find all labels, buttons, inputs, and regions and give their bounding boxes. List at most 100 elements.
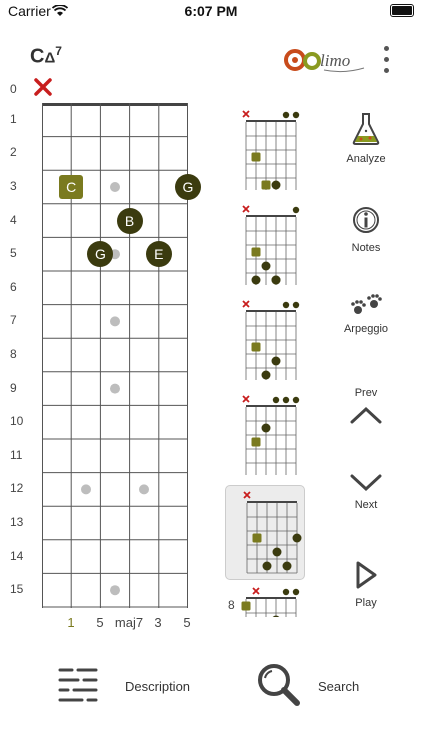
arpeggio-label: Arpeggio <box>343 323 389 335</box>
nut <box>42 103 188 106</box>
info-icon <box>331 205 401 238</box>
chord-note-marker[interactable]: B <box>116 207 143 234</box>
fret-number: 1 <box>10 111 17 126</box>
mini-root-dot <box>251 247 261 257</box>
mini-root-dot <box>261 180 271 190</box>
interval-label: 5 <box>183 615 191 630</box>
play-icon <box>331 560 401 593</box>
fret-number: 11 <box>10 447 23 462</box>
search-label: Search <box>318 679 360 694</box>
fret-number: 7 <box>10 313 17 328</box>
next-button[interactable]: Next <box>331 472 401 511</box>
app-logo: limo <box>284 44 368 76</box>
mini-note-dot <box>272 615 280 617</box>
fret-marker-dot <box>110 182 120 192</box>
play-button[interactable]: Play <box>331 560 401 609</box>
notes-label: Notes <box>351 242 381 254</box>
clock: 6:07 PM <box>184 3 238 19</box>
analyze-button[interactable]: Analyze <box>331 112 401 165</box>
mini-note-dot <box>261 423 271 433</box>
mini-open-string-dot <box>292 206 300 214</box>
mini-note-dot <box>262 561 272 571</box>
mini-root-dot <box>251 342 261 352</box>
voicing-diagram[interactable] <box>225 485 305 580</box>
battery-icon <box>390 4 414 17</box>
prev-label: Prev <box>354 387 378 399</box>
mini-root-dot <box>251 437 261 447</box>
chord-note-marker[interactable]: E <box>145 241 172 268</box>
mini-mute-icon <box>242 395 250 403</box>
next-label: Next <box>354 499 378 511</box>
mini-note-dot <box>251 275 261 285</box>
fret-number: 3 <box>10 179 17 193</box>
mini-nut <box>246 215 296 217</box>
analyze-label: Analyze <box>346 153 386 165</box>
status-bar: Carrier 6:07 PM <box>0 0 422 22</box>
notes-button[interactable]: Notes <box>331 205 401 254</box>
mini-open-string-dot <box>292 588 300 596</box>
chevron-up-icon <box>331 405 401 428</box>
fret-marker-dot <box>110 383 120 394</box>
svg-text:limo: limo <box>320 51 350 70</box>
mini-nut <box>247 501 297 503</box>
mini-chart-fret-label: 8 <box>228 598 235 612</box>
fret-number: 13 <box>10 515 24 529</box>
voicing-diagram[interactable] <box>233 298 303 380</box>
mini-mute-icon <box>242 300 250 308</box>
description-label: Description <box>125 679 191 694</box>
fret-number: 5 <box>10 246 17 261</box>
voicing-diagram[interactable] <box>233 203 303 285</box>
fret-number: 0 <box>10 82 17 96</box>
mini-open-string-dot <box>282 396 290 404</box>
chord-title: CΔ7 <box>30 44 62 69</box>
mini-mute-icon <box>243 491 251 499</box>
fret-marker-dot <box>110 316 120 327</box>
arpeggio-button[interactable]: Arpeggio <box>331 294 401 335</box>
list-icon <box>58 666 98 709</box>
more-menu-button[interactable] <box>380 44 392 74</box>
mini-nut <box>246 310 296 312</box>
fret-number: 2 <box>10 145 17 160</box>
fret-number: 10 <box>10 414 24 429</box>
mini-open-string-dot <box>292 396 300 404</box>
fret-number: 15 <box>10 582 24 597</box>
mini-open-string-dot <box>282 111 290 119</box>
root-note-marker[interactable]: C <box>59 175 84 199</box>
paw-prints-icon <box>331 294 401 319</box>
chord-extension: 7 <box>55 44 62 58</box>
fret-marker-dot <box>110 585 120 596</box>
mini-open-string-dot <box>282 588 290 596</box>
mini-note-dot <box>261 261 271 271</box>
chord-symbol: Δ <box>44 49 56 67</box>
mini-note-dot <box>272 547 282 557</box>
mini-note-dot <box>282 561 292 571</box>
chord-root: C <box>30 45 45 68</box>
voicing-diagram[interactable] <box>233 108 303 190</box>
mini-mute-icon <box>242 205 250 213</box>
fret-number: 14 <box>10 548 24 563</box>
fret-number: 12 <box>10 481 24 496</box>
voicing-diagram[interactable] <box>233 585 303 617</box>
fret-number: 4 <box>10 212 17 227</box>
search-icon <box>256 662 302 713</box>
mini-nut <box>246 405 296 407</box>
mute-x-icon <box>34 78 52 101</box>
mini-note-dot <box>271 356 281 366</box>
mini-nut <box>246 120 296 122</box>
mini-root-dot <box>251 152 261 162</box>
mini-nut <box>246 597 296 599</box>
chevron-down-icon <box>331 472 401 495</box>
chord-note-marker[interactable]: G <box>175 174 201 200</box>
flask-icon <box>331 112 401 149</box>
mini-open-string-dot <box>272 396 280 404</box>
voicing-diagram[interactable] <box>233 393 303 475</box>
prev-button[interactable]: Prev <box>331 387 401 432</box>
mini-open-string-dot <box>292 301 300 309</box>
fret-marker-dot <box>139 484 149 495</box>
fret-marker-dot <box>81 484 91 495</box>
mini-note-dot <box>271 180 281 190</box>
mini-open-string-dot <box>292 111 300 119</box>
mini-mute-icon <box>242 110 250 118</box>
mini-note-dot <box>271 275 281 285</box>
fret-number: 6 <box>10 279 17 294</box>
